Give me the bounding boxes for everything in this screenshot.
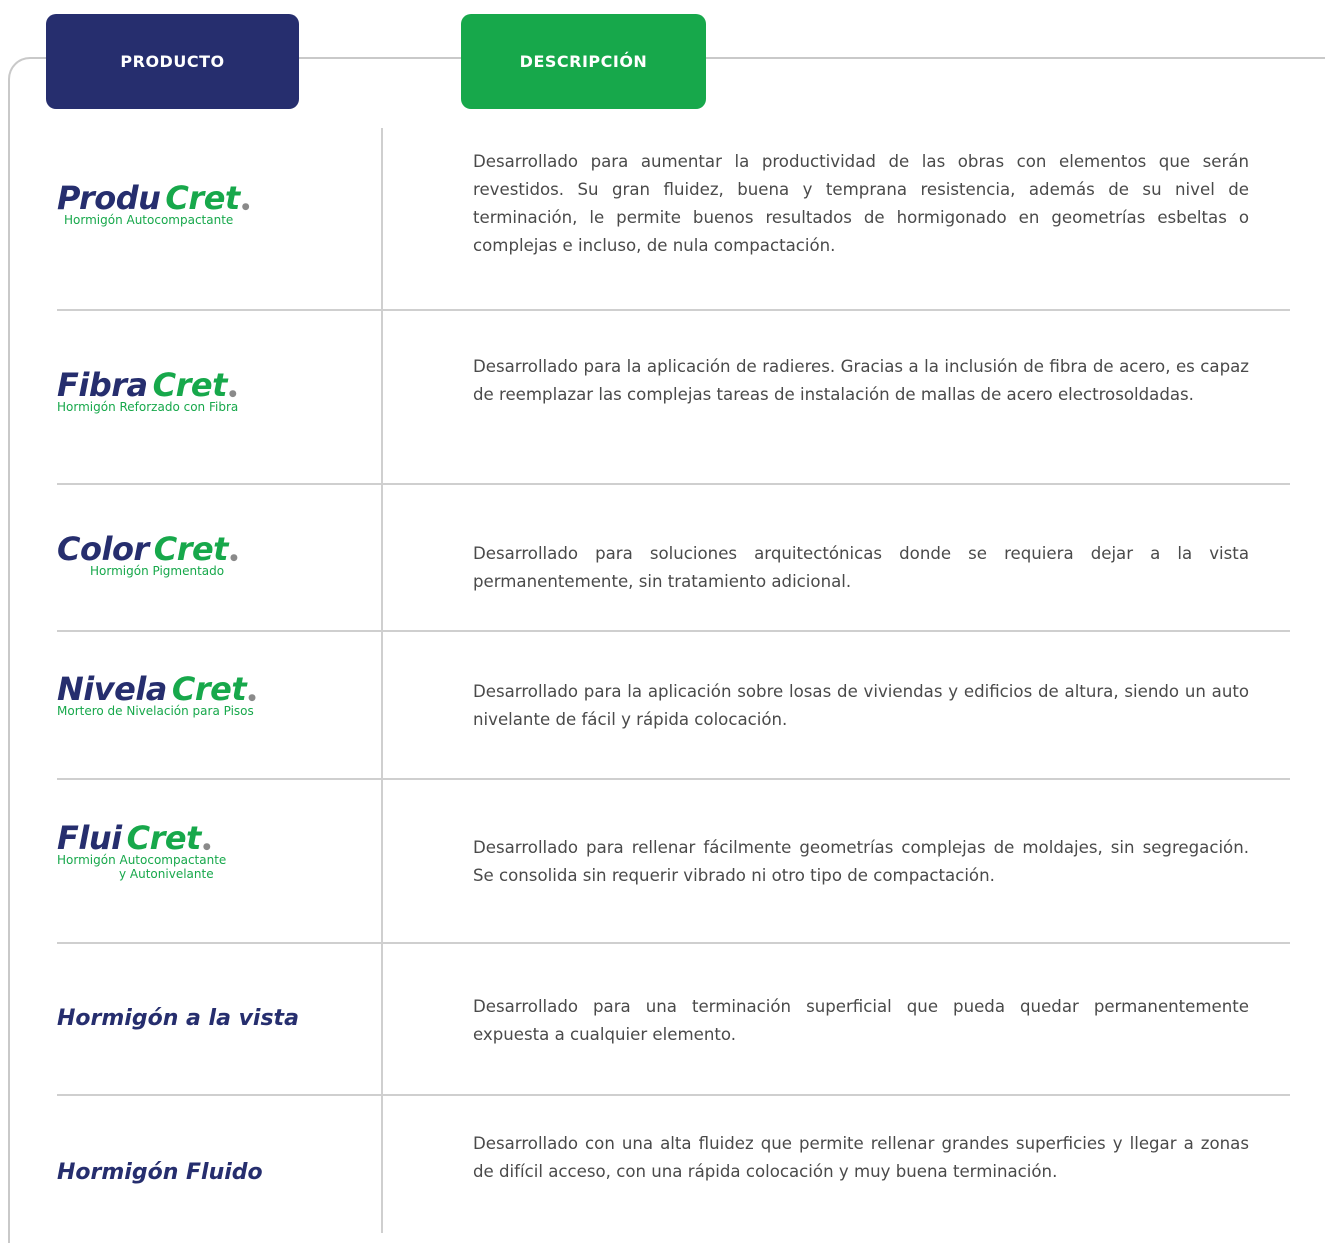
column-divider	[381, 128, 383, 1233]
row-divider	[57, 309, 1290, 311]
logo-brand: Color	[57, 530, 149, 568]
description-text: Desarrollado para soluciones arquitectón…	[473, 544, 1249, 591]
fluicret-logo: Flui Cret ● Hormigón Autocompactante y Aut…	[57, 822, 226, 882]
description-header-label: DESCRIPCIÓN	[519, 52, 648, 71]
registered-icon: ●	[241, 202, 250, 212]
registered-icon: ●	[229, 553, 238, 563]
description-text: Desarrollado para aumentar la productivi…	[473, 152, 1249, 255]
row-divider	[57, 1094, 1290, 1096]
row-divider	[57, 942, 1290, 944]
product-name: Hormigón a la vista	[57, 1006, 299, 1031]
logo-subtitle: Mortero de Nivelación para Pisos	[57, 704, 254, 718]
logo-subtitle: Hormigón Autocompactante	[64, 213, 234, 227]
logo-subtitle: Hormigón Reforzado con Fibra	[57, 400, 239, 414]
description-column-header: DESCRIPCIÓN	[461, 14, 706, 109]
description-text: Desarrollado para una terminación superf…	[473, 997, 1249, 1044]
logo-subtitle-line2: y Autonivelante	[119, 866, 214, 881]
product-name: Hormigón Fluido	[57, 1160, 263, 1185]
logo-brand: Flui	[57, 819, 122, 857]
logo-mark: Cret	[153, 530, 229, 568]
product-header-label: PRODUCTO	[120, 52, 225, 71]
description-text: Desarrollado para la aplicación sobre lo…	[473, 682, 1249, 729]
registered-icon: ●	[248, 693, 256, 703]
description-text: Desarrollado para rellenar fácilmente ge…	[473, 838, 1249, 885]
logo-brand: Nivela	[57, 670, 167, 708]
nivelacret-logo: Nivela Cret ● Mortero de Nivelación para P…	[57, 673, 256, 719]
product-column-header: PRODUCTO	[46, 14, 299, 109]
logo-subtitle: Hormigón Autocompactante	[57, 853, 227, 867]
description-text: Desarrollado con una alta fluidez que pe…	[473, 1134, 1249, 1181]
logo-mark: Cret	[165, 179, 240, 217]
row-divider	[57, 778, 1290, 780]
logo-mark: Cret	[126, 819, 202, 857]
description-text: Desarrollado para la aplicación de radie…	[473, 357, 1249, 404]
producret-logo: Produ Cret ● Hormigón Autocompactante	[57, 179, 250, 228]
colorcret-logo: Color Cret ● Hormigón Pigmentado	[57, 530, 238, 579]
table-frame-left	[8, 80, 10, 1243]
row-divider	[57, 630, 1290, 632]
fibracret-logo: Fibra Cret ● Hormigón Reforzado con Fibra	[57, 369, 238, 415]
row-divider	[57, 483, 1290, 485]
registered-icon: ●	[202, 842, 211, 852]
logo-mark: Cret	[171, 670, 247, 708]
table-frame-corner	[8, 57, 36, 85]
logo-mark: Cret	[152, 366, 228, 404]
logo-brand: Produ	[57, 179, 161, 217]
logo-brand: Fibra	[57, 366, 148, 404]
registered-icon: ●	[228, 389, 237, 399]
